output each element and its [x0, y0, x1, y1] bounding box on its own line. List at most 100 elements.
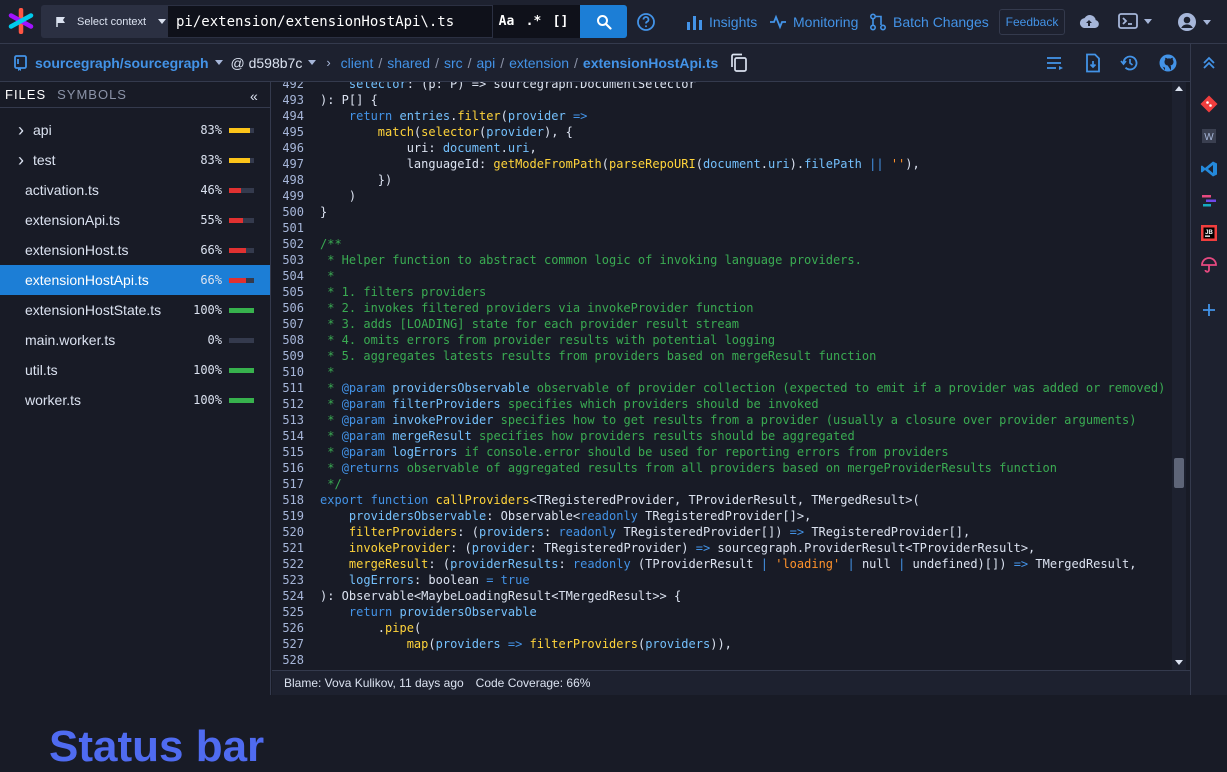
line-number[interactable]: 510	[272, 364, 304, 380]
code-line[interactable]: 498 })	[272, 172, 392, 188]
line-number[interactable]: 492	[272, 82, 304, 92]
line-number[interactable]: 519	[272, 508, 304, 524]
copy-path-icon[interactable]	[730, 53, 748, 73]
code-view[interactable]: 492 selector: (p: P) => sourcegraph.Docu…	[272, 82, 1172, 670]
line-number[interactable]: 514	[272, 428, 304, 444]
line-number[interactable]: 527	[272, 636, 304, 652]
tree-file-row[interactable]: extensionHost.ts 66%	[0, 235, 270, 265]
history-icon[interactable]	[1120, 53, 1140, 73]
regex-toggle[interactable]: .*	[526, 14, 542, 29]
w-extension-icon[interactable]: W	[1200, 127, 1218, 145]
line-number[interactable]: 507	[272, 316, 304, 332]
tree-file-row[interactable]: main.worker.ts 0%	[0, 325, 270, 355]
code-line[interactable]: 495 match(selector(provider), {	[272, 124, 573, 140]
code-scrollbar[interactable]	[1172, 82, 1186, 670]
search-context-dropdown[interactable]: Select context	[41, 5, 167, 38]
code-line[interactable]: 507 * 3. adds [LOADING] state for each p…	[272, 316, 739, 332]
chevron-double-up-icon[interactable]	[1200, 54, 1218, 72]
tab-symbols[interactable]: SYMBOLS	[57, 87, 127, 102]
code-line[interactable]: 510 *	[272, 364, 334, 380]
chevron-right-icon[interactable]: ›	[18, 150, 24, 171]
code-line[interactable]: 503 * Helper function to abstract common…	[272, 252, 862, 268]
nav-batch-changes-link[interactable]: Batch Changes	[869, 11, 989, 33]
code-line[interactable]: 517 */	[272, 476, 341, 492]
sourcegraph-logo-icon[interactable]	[8, 8, 34, 34]
chevron-right-icon[interactable]: ›	[18, 120, 24, 141]
line-number[interactable]: 511	[272, 380, 304, 396]
raw-file-icon[interactable]	[1083, 53, 1103, 73]
scroll-up-arrow-icon[interactable]	[1175, 86, 1183, 91]
line-number[interactable]: 499	[272, 188, 304, 204]
tree-file-row[interactable]: extensionHostApi.ts 66%	[0, 265, 270, 295]
code-line[interactable]: 500}	[272, 204, 327, 220]
scroll-down-arrow-icon[interactable]	[1175, 660, 1183, 665]
git-extension-icon[interactable]	[1200, 95, 1218, 113]
collapse-sidebar-icon[interactable]: «	[250, 88, 258, 104]
line-number[interactable]: 505	[272, 284, 304, 300]
nav-insights-link[interactable]: Insights	[686, 11, 757, 33]
terminal-menu-button[interactable]	[1118, 12, 1152, 30]
line-number[interactable]: 512	[272, 396, 304, 412]
cloud-upload-icon[interactable]	[1078, 12, 1100, 32]
breadcrumb-segment[interactable]: extension	[509, 55, 569, 71]
line-number[interactable]: 526	[272, 620, 304, 636]
line-number[interactable]: 516	[272, 460, 304, 476]
line-number[interactable]: 525	[272, 604, 304, 620]
breadcrumb-segment[interactable]: shared	[387, 55, 430, 71]
code-line[interactable]: 513 * @param invokeProvider specifies ho…	[272, 412, 1136, 428]
tree-file-row[interactable]: activation.ts 46%	[0, 175, 270, 205]
line-number[interactable]: 495	[272, 124, 304, 140]
breadcrumb-segment[interactable]: src	[444, 55, 463, 71]
add-extension-icon[interactable]	[1200, 301, 1218, 319]
tree-file-row[interactable]: extensionHostState.ts 100%	[0, 295, 270, 325]
code-line[interactable]: 527 map(providers => filterProviders(pro…	[272, 636, 732, 652]
tree-file-row[interactable]: worker.ts 100%	[0, 385, 270, 415]
tree-folder-row[interactable]: › api 83%	[0, 115, 270, 145]
jetbrains-extension-icon[interactable]: JB	[1200, 224, 1218, 242]
line-number[interactable]: 509	[272, 348, 304, 364]
code-line[interactable]: 520 filterProviders: (providers: readonl…	[272, 524, 970, 540]
line-number[interactable]: 494	[272, 108, 304, 124]
code-line[interactable]: 512 * @param filterProviders specifies w…	[272, 396, 818, 412]
vscode-extension-icon[interactable]	[1200, 160, 1218, 178]
line-number[interactable]: 524	[272, 588, 304, 604]
code-line[interactable]: 508 * 4. omits errors from provider resu…	[272, 332, 775, 348]
breadcrumb-file[interactable]: extensionHostApi.ts	[583, 55, 718, 71]
code-line[interactable]: 492 selector: (p: P) => sourcegraph.Docu…	[272, 82, 695, 92]
code-line[interactable]: 505 * 1. filters providers	[272, 284, 486, 300]
line-number[interactable]: 497	[272, 156, 304, 172]
line-number[interactable]: 520	[272, 524, 304, 540]
code-line[interactable]: 502 /**	[272, 236, 341, 252]
line-number[interactable]: 502	[272, 236, 304, 252]
user-menu-button[interactable]	[1177, 12, 1211, 32]
search-input[interactable]: pi/extension/extensionHostApi\.ts	[167, 5, 493, 38]
breadcrumb-segment[interactable]: api	[477, 55, 496, 71]
code-line[interactable]: 526 .pipe(	[272, 620, 421, 636]
repo-name-link[interactable]: sourcegraph/sourcegraph	[35, 55, 209, 71]
line-number[interactable]: 517	[272, 476, 304, 492]
line-number[interactable]: 521	[272, 540, 304, 556]
code-line[interactable]: 515 * @param logErrors if console.error …	[272, 444, 948, 460]
line-number[interactable]: 506	[272, 300, 304, 316]
nav-monitoring-link[interactable]: Monitoring	[769, 11, 858, 33]
tree-folder-row[interactable]: › test 83%	[0, 145, 270, 175]
line-number[interactable]: 522	[272, 556, 304, 572]
line-number[interactable]: 504	[272, 268, 304, 284]
code-line[interactable]: 501	[272, 220, 320, 236]
line-number[interactable]: 503	[272, 252, 304, 268]
tree-file-row[interactable]: extensionApi.ts 55%	[0, 205, 270, 235]
code-line[interactable]: 509 * 5. aggregates latests results from…	[272, 348, 876, 364]
code-line[interactable]: 493): P[] {	[272, 92, 377, 108]
code-line[interactable]: 521 invokeProvider: (provider: TRegister…	[272, 540, 1035, 556]
code-line[interactable]: 494 return entries.filter(provider =>	[272, 108, 587, 124]
code-line[interactable]: 514 * @param mergeResult specifies how p…	[272, 428, 854, 444]
breadcrumb-segment[interactable]: client	[341, 55, 374, 71]
chevron-down-icon[interactable]	[214, 60, 223, 65]
tab-files[interactable]: FILES	[5, 87, 46, 102]
revision-selector[interactable]: @ d598b7c	[231, 55, 303, 71]
line-number[interactable]: 518	[272, 492, 304, 508]
line-number[interactable]: 528	[272, 652, 304, 668]
code-line[interactable]: 497 languageId: getModeFromPath(parseRep…	[272, 156, 919, 172]
tree-file-row[interactable]: util.ts 100%	[0, 355, 270, 385]
chevron-down-icon[interactable]	[308, 60, 317, 65]
